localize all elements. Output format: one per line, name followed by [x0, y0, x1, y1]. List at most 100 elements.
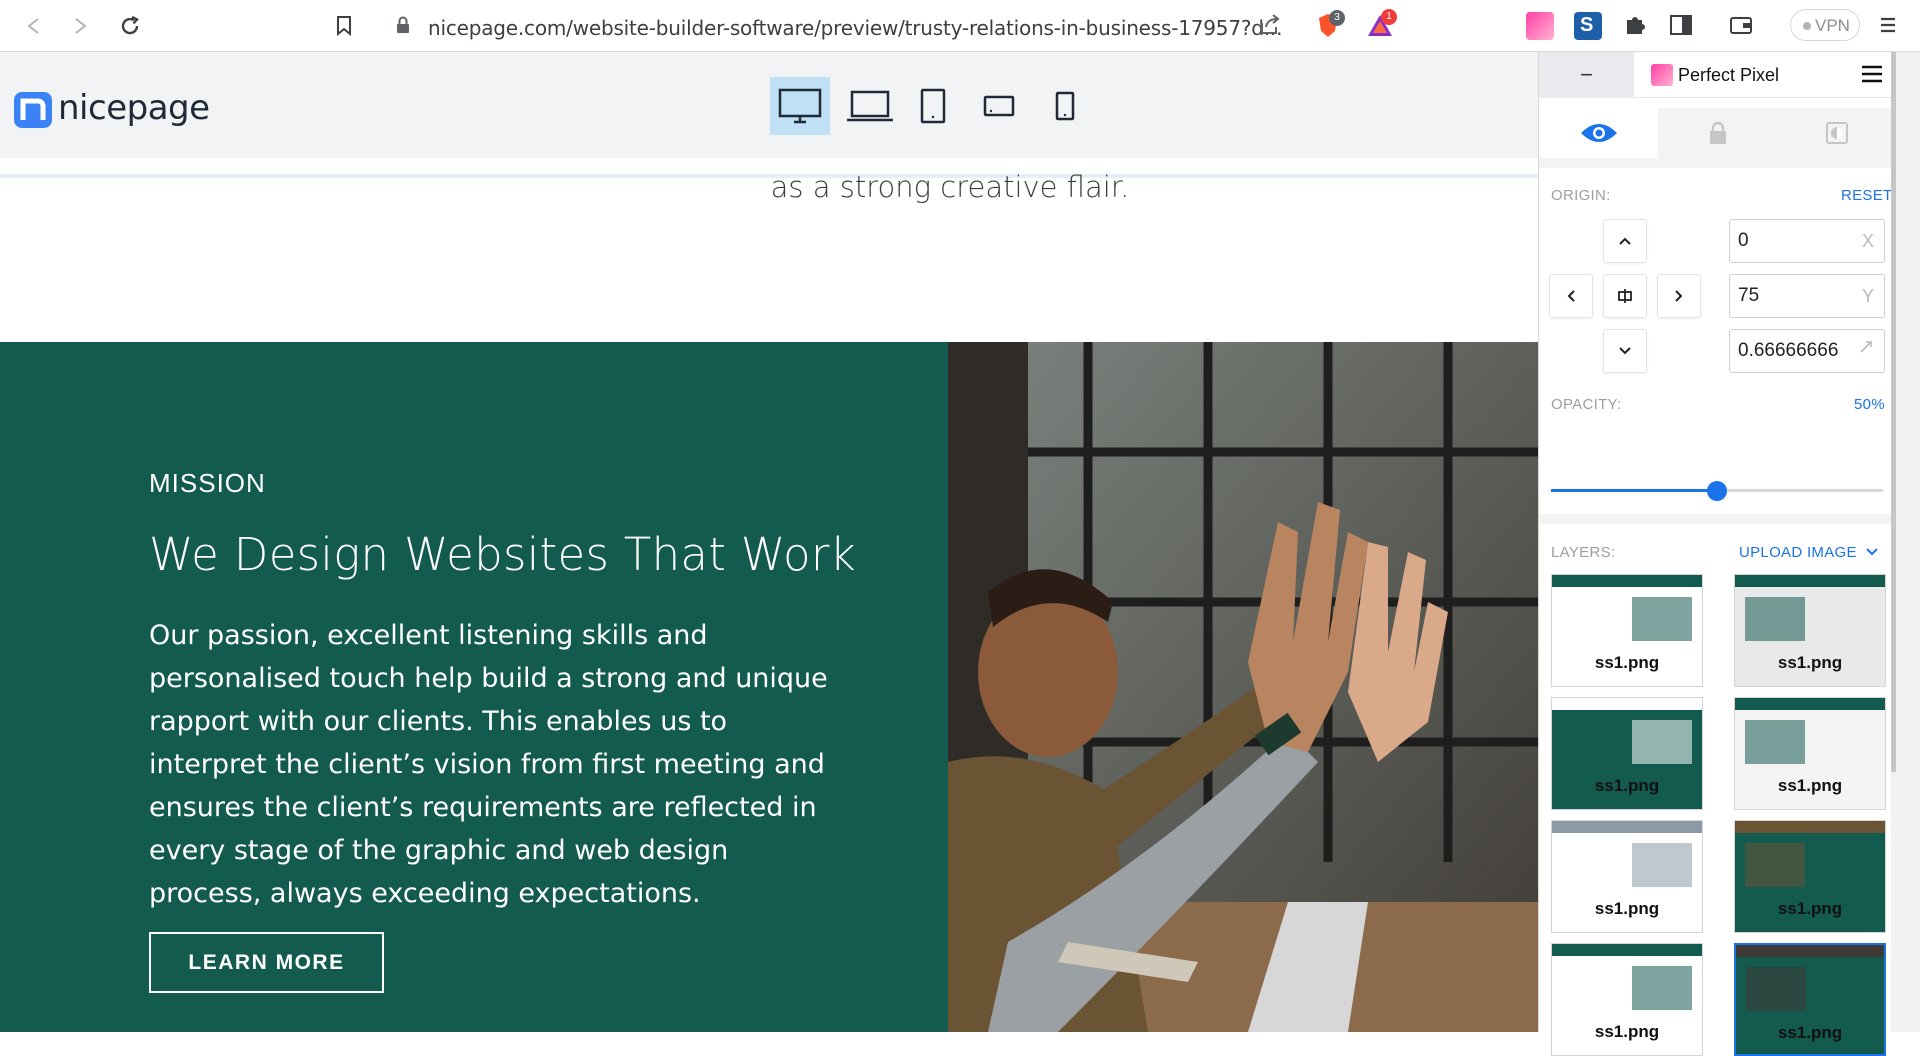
x-field[interactable]: X — [1729, 219, 1885, 263]
move-down-button[interactable] — [1603, 329, 1647, 373]
vpn-status-icon — [1803, 22, 1811, 30]
layer-thumbnail[interactable]: ss1.png — [1734, 820, 1886, 933]
vpn-button[interactable]: VPN — [1790, 9, 1860, 41]
y-input[interactable] — [1738, 285, 1848, 307]
layer-filename: ss1.png — [1777, 1023, 1843, 1042]
s-extension-icon[interactable]: S — [1574, 12, 1602, 40]
chevron-left-icon — [1567, 290, 1575, 302]
lock-icon — [1709, 121, 1726, 144]
back-icon[interactable] — [18, 10, 50, 42]
share-icon[interactable] — [1258, 14, 1282, 41]
wallet-icon[interactable] — [1728, 12, 1756, 40]
mission-label: MISSION — [149, 468, 266, 498]
layer-thumbnail[interactable]: ss1.png — [1551, 820, 1703, 933]
tablet-icon — [920, 88, 946, 124]
layer-thumbnail[interactable]: ss1.png — [1551, 697, 1703, 810]
chevron-down-icon — [1619, 347, 1631, 355]
perfect-pixel-panel: − Perfect Pixel ORIGIN: RESET X — [1538, 52, 1897, 1056]
address-bar[interactable]: nicepage.com/website-builder-software/pr… — [378, 6, 1308, 44]
tab-lock[interactable] — [1658, 108, 1777, 158]
vpn-label: VPN — [1815, 16, 1850, 35]
layer-thumbnail[interactable]: ss1.png — [1734, 697, 1886, 810]
layer-preview-band — [1552, 698, 1702, 710]
bookmark-icon[interactable] — [328, 10, 360, 42]
scale-input[interactable] — [1738, 340, 1863, 362]
extensions-puzzle-icon[interactable] — [1622, 12, 1650, 40]
center-icon — [1618, 289, 1632, 303]
minimize-button[interactable]: − — [1539, 52, 1634, 98]
chevron-down-icon — [1866, 548, 1878, 556]
layer-preview-band — [1735, 575, 1885, 587]
pp-topbar: − Perfect Pixel — [1539, 52, 1897, 98]
desktop-view-button[interactable] — [770, 77, 830, 135]
scale-field[interactable] — [1729, 329, 1885, 373]
move-left-button[interactable] — [1549, 274, 1593, 318]
layer-preview-band — [1736, 945, 1884, 957]
mission-body: Our passion, excellent listening skills … — [149, 620, 828, 909]
layer-thumbnail[interactable]: ss1.png — [1551, 943, 1703, 1056]
pp-tab-bar — [1539, 108, 1897, 158]
eye-icon — [1580, 124, 1617, 142]
pp-divider — [1539, 158, 1897, 168]
tab-visibility[interactable] — [1539, 108, 1658, 158]
brave-badge: 3 — [1329, 10, 1345, 26]
layer-preview-image — [1632, 966, 1692, 1010]
nicepage-logo-text[interactable]: nicepage — [58, 88, 210, 128]
upload-image-link[interactable]: UPLOAD IMAGE — [1739, 544, 1879, 561]
layer-filename: ss1.png — [1777, 899, 1843, 918]
page-scrollbar[interactable] — [1896, 52, 1920, 1032]
mission-title: We Design Websites That Work — [149, 528, 856, 581]
x-unit-label: X — [1861, 231, 1874, 251]
perfect-pixel-extension-icon[interactable] — [1526, 12, 1554, 40]
x-input[interactable] — [1738, 230, 1848, 252]
rewards-badge: 1 — [1381, 9, 1397, 25]
browser-menu-icon[interactable] — [1878, 12, 1906, 40]
chevron-right-icon — [1675, 290, 1683, 302]
layer-filename: ss1.png — [1594, 653, 1660, 672]
laptop-view-button[interactable] — [840, 77, 900, 135]
brave-rewards-icon[interactable]: 1 — [1366, 9, 1397, 40]
hamburger-menu-icon[interactable] — [1861, 64, 1883, 84]
brave-shields-icon[interactable]: 3 — [1314, 10, 1345, 40]
layer-preview-band — [1735, 821, 1885, 833]
opacity-value: 50% — [1854, 396, 1885, 413]
opacity-label: OPACITY: — [1551, 396, 1622, 413]
high-five-photo — [948, 342, 1538, 1032]
origin-label: ORIGIN: — [1551, 187, 1611, 204]
opacity-slider[interactable] — [1551, 481, 1883, 501]
layer-preview-image — [1632, 720, 1692, 764]
layer-preview-image — [1745, 843, 1805, 887]
resize-icon — [1858, 339, 1874, 360]
reload-icon[interactable] — [114, 10, 146, 42]
learn-more-button[interactable]: LEARN MORE — [149, 932, 384, 993]
center-button[interactable] — [1603, 274, 1647, 318]
sidebar-icon[interactable] — [1668, 12, 1696, 40]
layer-preview-band — [1735, 698, 1885, 710]
move-right-button[interactable] — [1657, 274, 1701, 318]
tablet-view-button[interactable] — [910, 77, 956, 135]
url-text: nicepage.com/website-builder-software/pr… — [428, 16, 1283, 40]
desktop-icon — [778, 88, 822, 124]
tab-invert[interactable] — [1777, 108, 1896, 158]
move-up-button[interactable] — [1603, 219, 1647, 263]
phone-icon — [1055, 91, 1075, 121]
opacity-slider-handle[interactable] — [1707, 481, 1727, 501]
forward-icon[interactable] — [64, 10, 96, 42]
phone-view-button[interactable] — [1042, 77, 1088, 135]
layer-thumbnail[interactable]: ss1.png — [1734, 943, 1886, 1056]
layer-thumbnail[interactable]: ss1.png — [1551, 574, 1703, 687]
laptop-icon — [847, 90, 893, 122]
layer-thumbnail[interactable]: ss1.png — [1734, 574, 1886, 687]
y-field[interactable]: Y — [1729, 274, 1885, 318]
layer-filename: ss1.png — [1594, 899, 1660, 918]
reset-link[interactable]: RESET — [1841, 187, 1893, 204]
tablet-landscape-view-button[interactable] — [976, 77, 1022, 135]
nicepage-logo-icon[interactable] — [14, 92, 52, 128]
layer-filename: ss1.png — [1777, 653, 1843, 672]
pp-divider — [1539, 514, 1897, 524]
pp-title: Perfect Pixel — [1678, 65, 1780, 85]
layer-preview-image — [1745, 597, 1805, 641]
layers-label: LAYERS: — [1551, 544, 1616, 561]
y-unit-label: Y — [1861, 286, 1874, 306]
layer-filename: ss1.png — [1594, 1022, 1660, 1041]
